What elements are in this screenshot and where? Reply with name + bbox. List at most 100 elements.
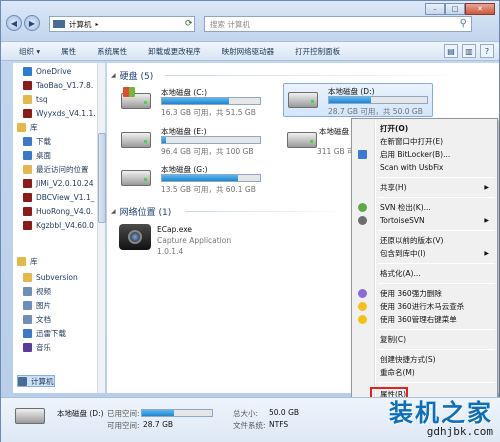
explorer-window: – □ ✕ ◀ ▶ 计算机 ▸ ⟳ 搜索 计算机 ⚲ 组织 ▾ 属性 系统属性 … xyxy=(0,0,500,442)
sidebar-item[interactable]: OneDrive xyxy=(23,65,71,77)
sidebar-item[interactable]: 最近访问的位置 xyxy=(23,163,89,175)
sidebar-item[interactable]: 库 xyxy=(17,121,38,133)
search-input[interactable]: 搜索 计算机 ⚲ xyxy=(204,16,472,32)
minimize-button[interactable]: – xyxy=(425,3,445,15)
menu-item-restore[interactable]: 还原以前的版本(V) xyxy=(352,235,497,246)
scrollbar-thumb[interactable] xyxy=(98,133,106,223)
toolbar-properties[interactable]: 属性 xyxy=(57,46,80,57)
back-icon[interactable]: ◀ xyxy=(6,15,22,31)
folder-icon xyxy=(23,66,32,76)
menu-item-create-shortcut[interactable]: 创建快捷方式(S) xyxy=(352,354,497,365)
sidebar-item[interactable]: 下载 xyxy=(23,135,51,147)
sidebar-item[interactable]: 图片 xyxy=(23,299,51,311)
drive-item-selected[interactable]: 本地磁盘 (D:) 28.7 GB 可用，共 50.0 GB xyxy=(283,83,433,117)
menu-item-360-scan[interactable]: 使用 360进行木马云查杀 xyxy=(352,301,497,312)
drive-free-space: 311 GB 可 xyxy=(317,147,351,156)
preview-pane-icon[interactable]: ▥ xyxy=(462,44,476,58)
sidebar-item-label: HuoRong_V4.0. xyxy=(36,206,94,216)
sidebar-item[interactable]: Kgzbbl_V4.60.0 xyxy=(23,219,94,231)
menu-item-open-new-window[interactable]: 在新窗口中打开(E) xyxy=(352,136,497,147)
refresh-icon[interactable]: ⟳ xyxy=(185,19,193,29)
menu-item-usbfix[interactable]: Scan with UsbFix xyxy=(352,162,497,173)
details-free-label: 可用空间: xyxy=(107,421,140,430)
drive-usage-bar xyxy=(161,136,261,144)
menu-item-copy[interactable]: 复制(C) xyxy=(352,334,497,345)
drive-item[interactable]: 本地磁盘 (E:) 96.4 GB 可用，共 100 GB xyxy=(117,124,267,158)
toolbar-map-drive[interactable]: 映射网络驱动器 xyxy=(218,46,279,57)
folder-icon xyxy=(23,272,32,282)
hard-drive-icon xyxy=(287,132,317,148)
sidebar-item[interactable]: Subversion xyxy=(23,271,78,283)
sidebar-item[interactable]: tsq xyxy=(23,93,48,105)
breadcrumb-chevron-icon[interactable]: ▸ xyxy=(96,21,99,28)
menu-item-360-delete[interactable]: 使用 360强力删除 xyxy=(352,288,497,299)
submenu-arrow-icon: ▶ xyxy=(484,217,489,224)
system-drive-icon xyxy=(121,87,151,109)
toolbar-system-properties[interactable]: 系统属性 xyxy=(93,46,131,57)
drive-item[interactable]: 本地磁盘 (F:) 311 GB 可 xyxy=(283,124,351,158)
sidebar-item[interactable]: Wyyxds_V4.1.1. xyxy=(23,107,96,119)
sidebar-item-label: TaoBao_V1.7.8. xyxy=(36,80,94,90)
folder-icon xyxy=(18,376,27,386)
group-header-hdd[interactable]: ◢ 硬盘 (5) xyxy=(111,69,153,82)
menu-item-bitlocker[interactable]: 启用 BitLocker(B)... xyxy=(352,149,497,160)
sidebar-item[interactable]: HuoRong_V4.0. xyxy=(23,205,93,217)
sidebar-item[interactable]: 文档 xyxy=(23,313,51,325)
view-options-icon[interactable]: ▤ xyxy=(444,44,458,58)
sidebar-item[interactable]: TaoBao_V1.7.8. xyxy=(23,79,93,91)
drive-item[interactable]: 本地磁盘 (G:) 13.5 GB 可用，共 60.1 GB xyxy=(117,162,267,196)
menu-item-svn-checkout[interactable]: SVN 检出(K)... xyxy=(352,202,497,213)
details-total-label: 总大小: xyxy=(233,409,259,418)
sidebar-item[interactable]: 视频 xyxy=(23,285,51,297)
sidebar-item-label: Subversion xyxy=(36,272,78,282)
sidebar-item[interactable]: 计算机 xyxy=(17,375,55,387)
address-bar[interactable]: 计算机 ▸ xyxy=(49,16,195,32)
close-button[interactable]: ✕ xyxy=(465,3,495,15)
folder-icon xyxy=(17,256,26,266)
sidebar-item[interactable]: 迅雷下载 xyxy=(23,327,66,339)
help-icon[interactable]: ? xyxy=(480,44,494,58)
sidebar-item[interactable]: DBCView_V1.1_ xyxy=(23,191,94,203)
maximize-button[interactable]: □ xyxy=(445,3,465,15)
menu-item-rename[interactable]: 重命名(M) xyxy=(352,367,497,378)
menu-item-open[interactable]: 打开(O) xyxy=(352,123,497,134)
menu-item-format[interactable]: 格式化(A)... xyxy=(352,268,497,279)
sidebar-item[interactable]: 库 xyxy=(17,255,38,267)
folder-icon xyxy=(23,94,32,104)
sidebar-scrollbar[interactable] xyxy=(97,63,106,393)
sidebar-item-label: 图片 xyxy=(36,300,51,310)
sidebar-item-label: OneDrive xyxy=(36,66,72,76)
folder-icon xyxy=(23,164,32,174)
sidebar-item[interactable]: 桌面 xyxy=(23,149,51,161)
toolbar-organize[interactable]: 组织 ▾ xyxy=(15,46,44,57)
menu-item-include-library[interactable]: 包含到库中(I) ▶ xyxy=(352,248,497,259)
network-item-version: 1.0.1.4 xyxy=(157,247,184,256)
folder-icon xyxy=(23,342,32,352)
toolbar-control-panel[interactable]: 打开控制面板 xyxy=(291,46,344,57)
search-icon[interactable]: ⚲ xyxy=(460,18,467,29)
network-item-name[interactable]: ECap.exe xyxy=(157,225,192,234)
menu-item-360-manage[interactable]: 使用 360管理右键菜单 xyxy=(352,314,497,325)
sidebar-item-label: Kgzbbl_V4.60.0 xyxy=(36,220,94,230)
menu-item-share[interactable]: 共享(H) ▶ xyxy=(352,182,497,193)
folder-icon xyxy=(23,300,32,310)
folder-icon xyxy=(23,286,32,296)
collapse-triangle-icon[interactable]: ◢ xyxy=(111,208,116,215)
forward-icon[interactable]: ▶ xyxy=(24,15,40,31)
submenu-arrow-icon: ▶ xyxy=(484,250,489,257)
360-icon xyxy=(358,302,367,311)
group-header-network[interactable]: ◢ 网络位置 (1) xyxy=(111,205,171,218)
search-placeholder: 搜索 计算机 xyxy=(210,19,250,29)
folder-icon xyxy=(23,206,32,216)
drive-item[interactable]: 本地磁盘 (C:) 16.3 GB 可用，共 51.5 GB xyxy=(117,85,267,119)
menu-item-tortoisesvn[interactable]: TortoiseSVN ▶ xyxy=(352,215,497,226)
camera-icon[interactable] xyxy=(119,224,151,250)
sidebar-item[interactable]: 音乐 xyxy=(23,341,51,353)
details-drive-name: 本地磁盘 (D:) xyxy=(57,409,104,418)
toolbar-uninstall[interactable]: 卸载或更改程序 xyxy=(144,46,205,57)
sidebar-item-label: 计算机 xyxy=(31,376,54,386)
sidebar-item[interactable]: JiMi_V2.0.10.24 xyxy=(23,177,94,189)
collapse-triangle-icon[interactable]: ◢ xyxy=(111,72,116,79)
details-total-value: 50.0 GB xyxy=(269,408,300,417)
sidebar-item-label: 最近访问的位置 xyxy=(36,164,89,174)
